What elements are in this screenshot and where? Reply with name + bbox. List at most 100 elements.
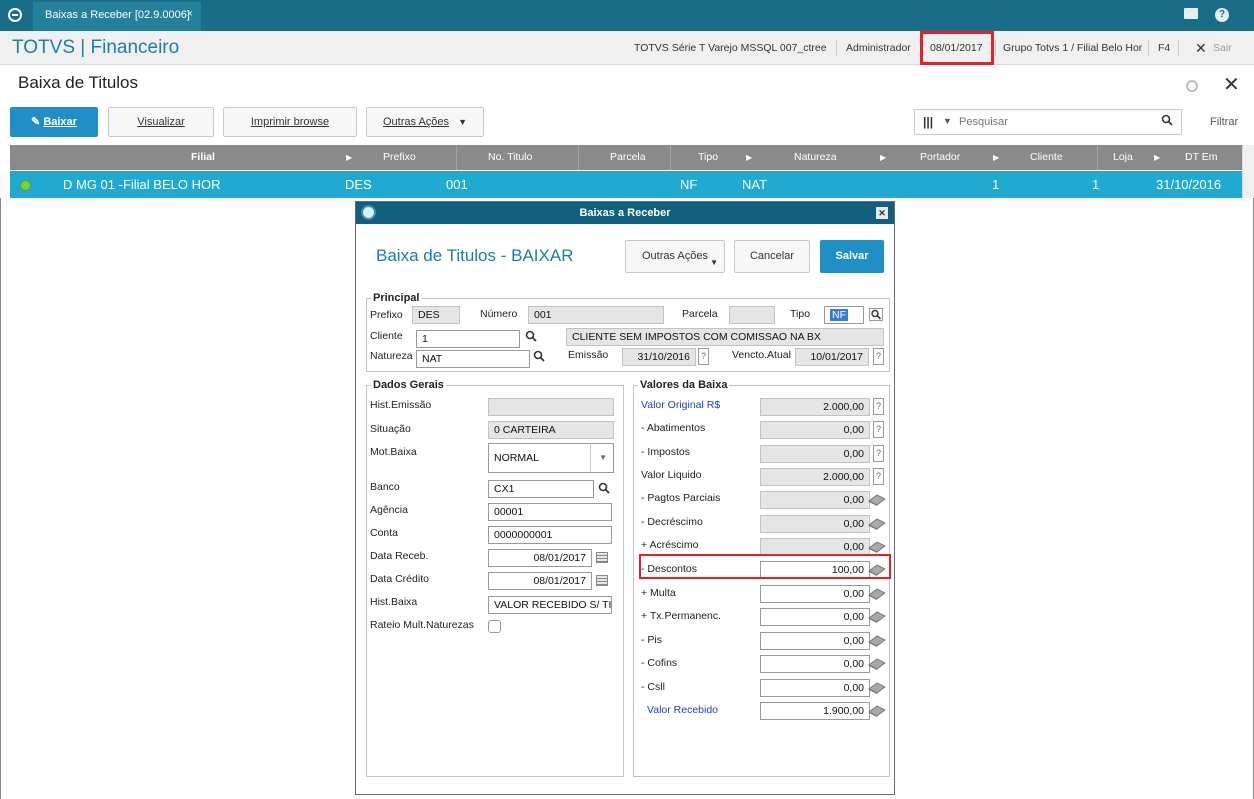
vencto-field[interactable]: 10/01/2017 <box>795 348 869 366</box>
impostos-field[interactable]: 0,00 <box>760 445 870 463</box>
tab-baixas-a-receber[interactable]: Baixas a Receber [02.9.0006] × <box>33 2 201 31</box>
conta-label: Conta <box>370 527 399 539</box>
multa-field[interactable]: 0,00 <box>760 585 870 603</box>
tx-permanencia-field[interactable]: 0,00 <box>760 608 870 626</box>
banco-label: Banco <box>370 481 400 493</box>
cliente-field[interactable]: 1 <box>416 330 520 348</box>
calendar-icon[interactable] <box>596 575 608 586</box>
exit-button[interactable]: Sair <box>1213 31 1232 65</box>
header-divider <box>995 40 996 56</box>
pis-field[interactable]: 0,00 <box>760 632 870 650</box>
tipo-field[interactable]: NF <box>824 306 864 324</box>
help-icon[interactable]: ? <box>873 398 884 415</box>
banco-field[interactable]: CX1 <box>488 480 594 498</box>
help-icon[interactable]: ? <box>698 348 709 365</box>
situacao-field[interactable]: 0 CARTEIRA <box>488 421 614 439</box>
edit-icon[interactable] <box>868 541 886 553</box>
cliente-nome-field[interactable]: CLIENTE SEM IMPOSTOS COM COMISSAO NA BX <box>566 328 884 346</box>
cofins-label: - Cofins <box>641 657 678 669</box>
totvs-logo-icon[interactable] <box>8 8 22 22</box>
column-natureza[interactable]: Natureza <box>794 145 837 170</box>
help-icon[interactable]: ? <box>873 348 884 365</box>
decrescimo-field[interactable]: 0,00 <box>760 515 870 533</box>
column-prefixo[interactable]: Prefixo <box>383 145 416 170</box>
search-icon[interactable] <box>1161 114 1173 126</box>
hist-emissao-field[interactable] <box>488 398 614 416</box>
chevron-down-icon[interactable]: ▼ <box>943 116 952 126</box>
edit-icon[interactable] <box>868 611 886 623</box>
column-parcela[interactable]: Parcela <box>610 145 646 170</box>
edit-icon[interactable] <box>868 494 886 506</box>
hist-baixa-field[interactable]: VALOR RECEBIDO S/ TIT <box>488 596 612 614</box>
edit-icon[interactable] <box>868 635 886 647</box>
edit-icon[interactable] <box>868 705 886 717</box>
prefixo-field[interactable]: DES <box>412 306 460 324</box>
columns-icon[interactable]: ||| <box>923 115 933 129</box>
edit-icon[interactable] <box>868 588 886 600</box>
filtrar-link[interactable]: Filtrar <box>1210 116 1238 128</box>
emissao-field[interactable]: 31/10/2016 <box>622 348 696 366</box>
mail-icon[interactable] <box>1184 8 1198 19</box>
agencia-field[interactable]: 00001 <box>488 503 612 521</box>
baixar-button[interactable]: ✎ Baixar <box>10 107 98 137</box>
cancelar-button[interactable]: Cancelar <box>734 240 810 273</box>
shortcut-label[interactable]: F4 <box>1158 31 1170 65</box>
natureza-field[interactable]: NAT <box>416 350 530 368</box>
gear-icon[interactable] <box>1186 80 1198 92</box>
imprimir-browse-button[interactable]: Imprimir browse <box>223 107 357 137</box>
csll-field[interactable]: 0,00 <box>760 679 870 697</box>
abatimentos-field[interactable]: 0,00 <box>760 421 870 439</box>
column-portador[interactable]: Portador <box>920 145 960 170</box>
column-dt-emissao[interactable]: DT Em <box>1185 145 1217 170</box>
visualizar-button[interactable]: Visualizar <box>108 107 214 137</box>
cliente-label: Cliente <box>370 330 403 342</box>
salvar-button[interactable]: Salvar <box>820 240 884 273</box>
grid-scrollbar[interactable] <box>1242 145 1254 198</box>
column-tipo[interactable]: Tipo <box>698 145 718 170</box>
column-loja[interactable]: Loja <box>1113 145 1133 170</box>
table-row[interactable]: D MG 01 -Filial BELO HOR DES 001 NF NAT … <box>10 171 1242 198</box>
edit-icon[interactable] <box>868 658 886 670</box>
parcela-field[interactable] <box>729 306 775 324</box>
edit-icon[interactable] <box>868 518 886 530</box>
search-icon[interactable] <box>598 482 610 494</box>
data-credito-field[interactable]: 08/01/2017 <box>488 572 592 590</box>
search-icon[interactable] <box>533 350 545 362</box>
cofins-field[interactable]: 0,00 <box>760 655 870 673</box>
status-legend-icon[interactable] <box>20 180 31 191</box>
help-icon[interactable]: ? <box>1215 8 1229 22</box>
search-box[interactable]: ||| ▼ <box>914 109 1182 135</box>
column-titulo[interactable]: No. Titulo <box>488 145 532 170</box>
valores-legend: Valores da Baixa <box>640 379 728 391</box>
arrow-right-icon: ▶ <box>1154 153 1161 162</box>
search-input[interactable] <box>959 113 1149 131</box>
close-icon[interactable]: ✕ <box>1223 72 1240 97</box>
tab-close-icon[interactable]: × <box>187 8 193 20</box>
valor-original-field[interactable]: 2.000,00 <box>760 398 870 416</box>
conta-field[interactable]: 0000000001 <box>488 526 612 544</box>
help-icon[interactable]: ? <box>873 445 884 462</box>
search-icon[interactable] <box>869 308 883 321</box>
valor-liquido-field[interactable]: 2.000,00 <box>760 468 870 486</box>
dialog-close-icon[interactable]: ✕ <box>876 207 888 219</box>
numero-field[interactable]: 001 <box>528 306 664 324</box>
help-icon[interactable]: ? <box>873 421 884 438</box>
dialog-outras-acoes-button[interactable]: Outras Ações ▼ <box>625 240 725 273</box>
column-cliente[interactable]: Cliente <box>1030 145 1063 170</box>
exit-icon[interactable]: ✕ <box>1195 31 1207 65</box>
column-filial[interactable]: Filial <box>191 145 215 170</box>
search-icon[interactable] <box>525 330 537 342</box>
user-label[interactable]: Administrador <box>846 31 911 65</box>
pagtos-parciais-field[interactable]: 0,00 <box>760 491 870 509</box>
mot-baixa-label: Mot.Baixa <box>370 446 417 458</box>
mot-baixa-select[interactable]: NORMAL ▼ <box>488 443 614 473</box>
outras-acoes-button[interactable]: Outras Ações ▼ <box>366 107 484 137</box>
edit-icon[interactable] <box>868 682 886 694</box>
calendar-icon[interactable] <box>596 552 608 563</box>
valor-recebido-field[interactable]: 1.900,00 <box>760 702 870 720</box>
rateio-checkbox[interactable] <box>488 620 501 633</box>
cell-titulo: 001 <box>446 177 468 192</box>
data-receb-field[interactable]: 08/01/2017 <box>488 549 592 567</box>
branch-label[interactable]: Grupo Totvs 1 / Filial Belo Hor <box>1003 31 1142 65</box>
help-icon[interactable]: ? <box>873 468 884 485</box>
